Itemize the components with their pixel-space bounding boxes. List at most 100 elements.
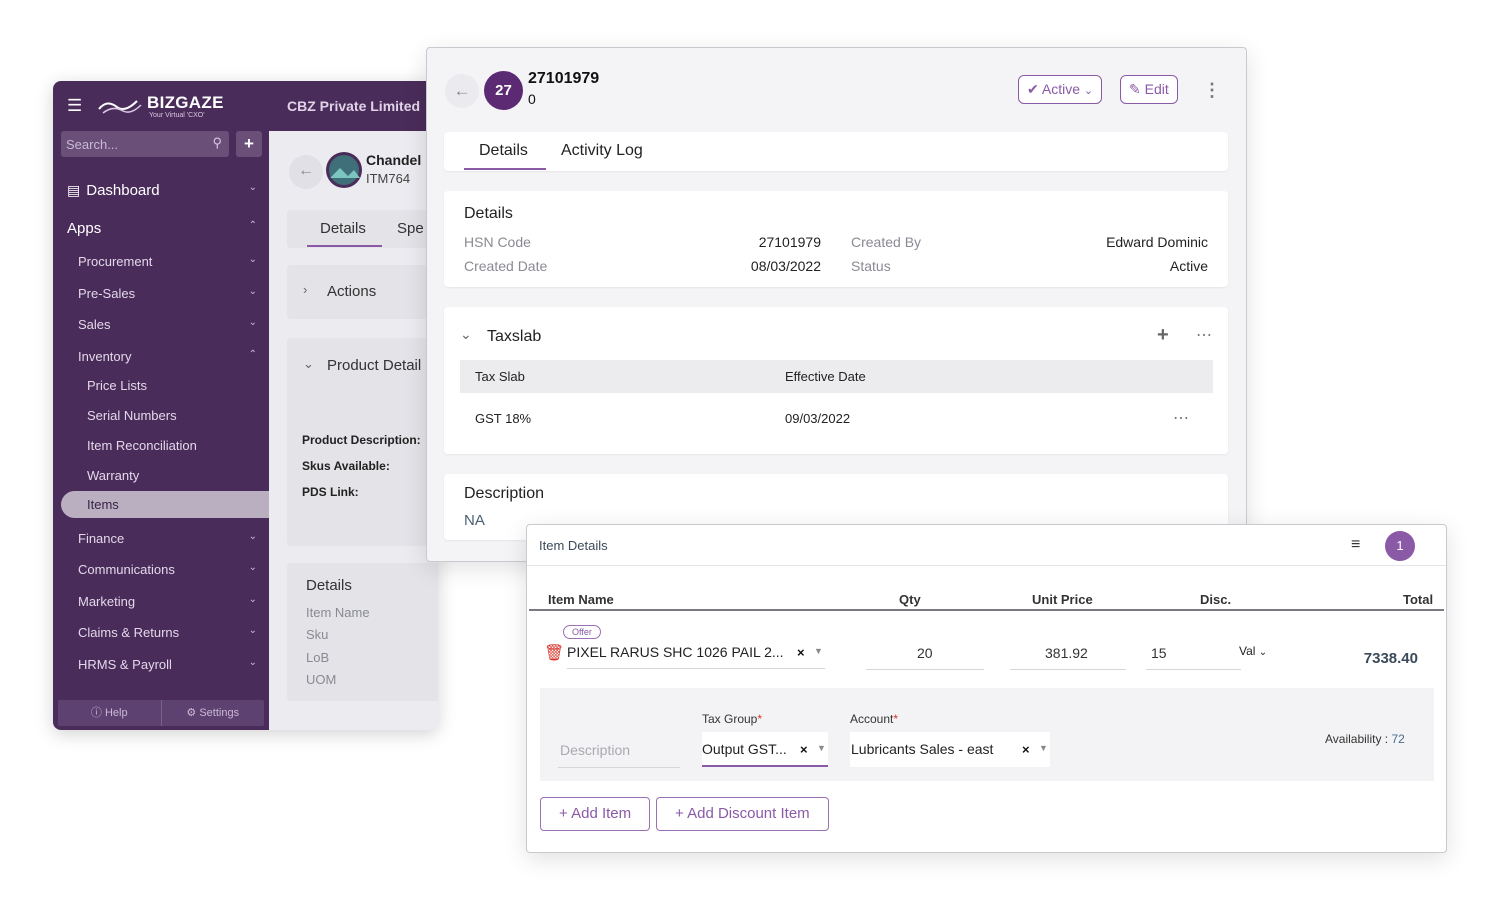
item-name-select[interactable]: PIXEL RARUS SHC 1026 PAIL 2... × ▼ [567,639,825,669]
status-value: Active [1169,258,1208,274]
bg-product-detail-card: ⌄ Product Detail Product Description: Sk… [287,338,438,546]
qty-input[interactable]: 20 [866,639,984,670]
add-discount-item-button[interactable]: + Add Discount Item [656,797,829,831]
add-icon[interactable]: + [1157,324,1169,347]
availability-label: Availability : [1325,732,1389,746]
discount-type-select[interactable]: Val ⌄ [1239,644,1267,658]
more-horizontal-icon[interactable]: ⋯ [1196,325,1212,345]
description-value: NA [464,512,485,529]
add-button[interactable]: + [236,131,262,157]
description-input[interactable]: Description [558,732,680,768]
unit-price-input[interactable]: 381.92 [1010,639,1126,670]
sidebar-item-label: Sales [78,317,111,332]
sidebar-item-inventory[interactable]: Inventory ⌃ [53,349,269,364]
table-row[interactable]: GST 18% 09/03/2022 ⋯ [460,402,1213,435]
clear-icon[interactable]: × [1022,742,1030,757]
sidebar-item-pre-sales[interactable]: Pre-Sales ⌄ [53,286,269,301]
dashboard-icon: ▤ [67,182,81,198]
sidebar: ☰ BIZGAZE Your Virtual 'CXO' Search... ⚲… [53,81,269,730]
tax-group-value: Output GST... [702,741,787,757]
tab-details[interactable]: Details [320,220,366,237]
brand-tagline: Your Virtual 'CXO' [149,112,205,119]
modal-tabs: Details Activity Log [444,132,1228,171]
search-icon[interactable]: ⚲ [212,135,222,151]
description-title: Description [464,485,545,502]
sidebar-item-marketing[interactable]: Marketing ⌄ [53,594,269,609]
chevron-down-icon: ⌄ [248,531,257,542]
record-avatar: 27 [484,71,523,110]
sidebar-item-label: Communications [78,562,175,577]
chevron-down-icon: ⌄ [1083,85,1094,97]
chevron-down-icon[interactable]: ⌄ [303,356,314,372]
col-tax-slab: Tax Slab [475,369,525,384]
help-button[interactable]: ⓘ Help [58,700,162,726]
sidebar-item-price-lists[interactable]: Price Lists [53,378,269,393]
caret-down-icon[interactable]: ▼ [814,646,823,656]
sidebar-item-apps[interactable]: Apps ⌃ [53,220,269,237]
created-by-value: Edward Dominic [1106,234,1208,250]
sidebar-search-input[interactable]: Search... ⚲ [61,131,229,157]
account-label: Account* [850,712,898,726]
sidebar-item-item-reconciliation[interactable]: Item Reconciliation [53,438,269,453]
filter-sliders-icon[interactable]: ≡ [1351,536,1360,554]
bg-details-title: Details [306,577,352,594]
tab-details[interactable]: Details [479,142,528,160]
back-arrow-icon[interactable]: ← [289,155,323,189]
chevron-down-icon: ⌄ [248,594,257,605]
account-value: Lubricants Sales - east [851,741,994,757]
account-select[interactable]: Lubricants Sales - east × ▼ [850,732,1050,767]
sidebar-item-serial-numbers[interactable]: Serial Numbers [53,408,269,423]
tax-group-label-text: Tax Group [702,712,758,726]
sidebar-item-label: Procurement [78,254,153,269]
product-detail-title: Product Detail [327,357,422,374]
chevron-down-icon: ⌄ [248,625,257,636]
tab-specs[interactable]: Spe [397,220,424,237]
chevron-down-icon: ⌄ [248,317,257,328]
row-more-icon[interactable]: ⋯ [1173,408,1189,428]
field-uom: UOM [306,672,337,687]
hamburger-menu-icon[interactable]: ☰ [67,96,82,116]
col-effective-date: Effective Date [785,369,866,384]
chevron-down-icon[interactable]: ⌄ [460,326,472,343]
add-item-button[interactable]: + Add Item [540,797,651,831]
trash-icon[interactable]: 🗑 [544,643,564,663]
sidebar-item-claims-returns[interactable]: Claims & Returns ⌄ [53,625,269,640]
field-item-name: Item Name [306,605,370,620]
sidebar-item-warranty[interactable]: Warranty [53,468,269,483]
input-underline [1010,669,1126,670]
clear-icon[interactable]: × [800,742,808,757]
check-circle-icon: ✔ [1027,81,1039,97]
status-label: Status [851,258,891,274]
caret-down-icon[interactable]: ▼ [1039,743,1048,753]
more-vertical-icon[interactable]: ⋮ [1203,80,1221,101]
back-arrow-icon[interactable]: ← [445,74,479,108]
item-record-modal: ← 27 27101979 0 ✔ Active ⌄ ✎ Edit ⋮ Deta… [426,47,1247,562]
bg-tabs: Details Spe [287,210,438,248]
caret-down-icon[interactable]: ▼ [817,743,826,753]
details-title: Details [464,205,513,222]
sidebar-item-communications[interactable]: Communications ⌄ [53,562,269,577]
chevron-up-icon: ⌃ [248,220,257,231]
tax-group-select[interactable]: Output GST... × ▼ [702,732,828,767]
sidebar-item-hrms-payroll[interactable]: HRMS & Payroll ⌄ [53,657,269,672]
discount-input[interactable]: 15 [1146,639,1241,670]
image-placeholder-icon [329,155,360,185]
sidebar-item-items[interactable]: Items [61,491,269,518]
sidebar-item-dashboard[interactable]: ▤ Dashboard ⌄ [53,182,269,199]
count-badge[interactable]: 1 [1385,531,1415,561]
description-placeholder: Description [560,742,631,758]
status-dropdown-button[interactable]: ✔ Active ⌄ [1018,75,1103,104]
sidebar-item-finance[interactable]: Finance ⌄ [53,531,269,546]
tab-activity-log[interactable]: Activity Log [561,142,643,160]
background-app-window: ☰ BIZGAZE Your Virtual 'CXO' Search... ⚲… [53,81,438,730]
sidebar-item-sales[interactable]: Sales ⌄ [53,317,269,332]
offer-tag: Offer [563,625,601,639]
sidebar-item-procurement[interactable]: Procurement ⌄ [53,254,269,269]
top-bar: CBZ Private Limited [269,81,438,131]
edit-button[interactable]: ✎ Edit [1120,75,1178,104]
bg-actions-card[interactable]: › Actions [287,265,438,319]
chevron-down-icon: ⌄ [1258,647,1268,658]
sidebar-item-label: Serial Numbers [87,408,177,423]
clear-icon[interactable]: × [797,645,805,660]
settings-button[interactable]: ⚙ Settings [162,700,265,726]
